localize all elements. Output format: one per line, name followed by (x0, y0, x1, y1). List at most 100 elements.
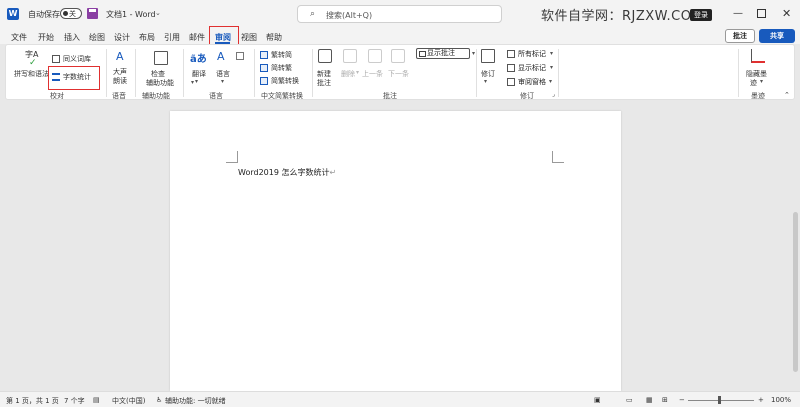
share-button[interactable]: 共享 (759, 29, 795, 43)
hide-ink-button-line2[interactable]: 迹 (750, 78, 757, 88)
delete-comment-button[interactable]: 删除 (341, 69, 355, 79)
word-count-status[interactable]: 7 个字 (64, 396, 85, 406)
separator (558, 49, 559, 97)
tab-view[interactable]: 视图 (241, 32, 257, 43)
group-label-comments: 批注 (383, 92, 397, 100)
menu-tabs: 文件 开始 插入 绘图 设计 布局 引用 邮件 审阅 视图 帮助 (0, 28, 800, 44)
zoom-level[interactable]: 100% (771, 396, 791, 404)
all-markup-icon (507, 50, 515, 58)
proofing-icon[interactable]: ▤ (93, 396, 100, 404)
separator (254, 49, 255, 97)
word-app-icon: W (7, 8, 19, 20)
chevron-down-icon[interactable]: ▾ (484, 78, 487, 85)
scrollbar-thumb[interactable] (793, 212, 798, 372)
conversion-icon (260, 77, 268, 85)
tab-layout[interactable]: 布局 (139, 32, 155, 43)
check-accessibility-button-line2[interactable]: 辅助功能 (146, 78, 174, 88)
accessibility-status[interactable]: 辅助功能: 一切就绪 (165, 396, 226, 406)
chevron-down-icon[interactable]: ⌄ (155, 9, 161, 17)
all-markup-select[interactable]: 所有标记 (518, 49, 546, 59)
search-input[interactable]: ⌕ 搜索(Alt+Q) (297, 5, 502, 23)
chevron-down-icon[interactable]: ▾ (760, 78, 763, 85)
tab-review-highlight (209, 26, 239, 46)
maximize-icon[interactable] (757, 9, 766, 18)
document-text[interactable]: Word2019 怎么字数统计↵ (238, 167, 336, 178)
collapse-ribbon-icon[interactable]: ⌃ (784, 91, 790, 99)
ribbon: 字A ✓ 拼写和语法 同义词库 字数统计 校对 A 大声 朗读 语音 检查 辅助… (5, 44, 795, 100)
search-placeholder: 搜索(Alt+Q) (326, 11, 373, 20)
save-icon[interactable] (87, 8, 98, 19)
chevron-down-icon[interactable]: ▾ (472, 50, 475, 57)
show-markup-button[interactable]: 显示标记 (518, 63, 546, 73)
tab-insert[interactable]: 插入 (64, 32, 80, 43)
zoom-slider-handle[interactable] (718, 396, 721, 404)
web-layout-icon[interactable]: ⊞ (662, 396, 668, 404)
status-bar: 第 1 页，共 1 页 7 个字 ▤ 中文(中国) ♿ 辅助功能: 一切就绪 ▣… (0, 391, 800, 407)
document-title: 文档1 - Word (106, 10, 156, 19)
accessibility-check-icon (154, 51, 168, 65)
zoom-out-icon[interactable]: − (679, 396, 685, 404)
separator (183, 49, 184, 97)
close-icon[interactable]: ✕ (782, 7, 791, 20)
minimize-icon[interactable]: — (733, 8, 743, 19)
tab-draw[interactable]: 绘图 (89, 32, 105, 43)
simp-to-trad-button[interactable]: 简转繁 (271, 63, 292, 73)
new-comment-button-line2[interactable]: 批注 (317, 78, 331, 88)
read-aloud-button-line2[interactable]: 朗读 (113, 76, 127, 86)
separator (312, 49, 313, 97)
track-changes-icon (481, 49, 495, 63)
chevron-down-icon[interactable]: ▾ (549, 78, 552, 85)
next-comment-button[interactable]: 下一条 (388, 69, 409, 79)
print-layout-icon[interactable]: ▦ (646, 396, 653, 404)
chevron-down-icon[interactable]: ▾ (356, 69, 359, 76)
focus-mode-icon[interactable]: ▣ (594, 396, 601, 404)
login-button[interactable]: 登录 (690, 9, 712, 21)
chevron-down-icon[interactable]: ▾ (550, 64, 553, 71)
ime-icon[interactable] (236, 52, 244, 60)
word-count-highlight (48, 66, 100, 90)
vertical-scrollbar[interactable] (791, 102, 800, 391)
group-label-ink: 墨迹 (751, 92, 765, 100)
thesaurus-icon (52, 55, 60, 63)
chevron-down-icon[interactable]: ▾ (191, 79, 194, 86)
review-pane-icon (507, 78, 515, 86)
previous-comment-icon (368, 49, 382, 63)
zoom-in-icon[interactable]: + (758, 396, 764, 404)
trad-to-simp-icon (260, 51, 268, 59)
show-markup-icon (507, 64, 515, 72)
tab-design[interactable]: 设计 (114, 32, 130, 43)
tab-help[interactable]: 帮助 (266, 32, 282, 43)
previous-comment-button[interactable]: 上一条 (362, 69, 383, 79)
chevron-down-icon[interactable]: ▾ (195, 78, 198, 85)
search-icon: ⌕ (310, 9, 316, 19)
site-watermark: 软件自学网：RJZXW.COM (541, 9, 704, 24)
chevron-down-icon[interactable]: ▾ (221, 78, 224, 85)
chevron-down-icon[interactable]: ▾ (550, 50, 553, 57)
autosave-label: 自动保存 (28, 10, 60, 19)
dialog-launcher-icon[interactable]: ⌟ (552, 91, 555, 98)
separator (135, 49, 136, 97)
page-count[interactable]: 第 1 页，共 1 页 (6, 396, 59, 406)
tab-home[interactable]: 开始 (38, 32, 54, 43)
checkmark-icon: ✓ (29, 58, 37, 68)
document-page[interactable]: Word2019 怎么字数统计↵ (170, 111, 621, 391)
tab-file[interactable]: 文件 (11, 32, 27, 43)
review-pane-button[interactable]: 审阅窗格 (518, 77, 546, 87)
delete-comment-icon (343, 49, 357, 63)
show-comments-button[interactable]: 显示批注 (416, 48, 470, 59)
language-status[interactable]: 中文(中国) (112, 396, 145, 406)
comments-button[interactable]: 批注 (725, 29, 755, 43)
tab-references[interactable]: 引用 (164, 32, 180, 43)
spell-check-button[interactable]: 拼写和语法 (14, 69, 49, 79)
paragraph-mark: ↵ (329, 168, 337, 177)
group-label-tracking: 修订 (520, 92, 534, 100)
tab-mailings[interactable]: 邮件 (189, 32, 205, 43)
chinese-conversion-button[interactable]: 简繁转换 (271, 76, 299, 86)
zoom-slider[interactable] (688, 400, 754, 401)
thesaurus-button[interactable]: 同义词库 (63, 54, 91, 64)
simp-to-trad-icon (260, 64, 268, 72)
read-mode-icon[interactable]: ▭ (626, 396, 633, 404)
crop-mark (552, 151, 564, 163)
group-label-chinese-conversion: 中文简繁转换 (261, 92, 303, 100)
trad-to-simp-button[interactable]: 繁转简 (271, 50, 292, 60)
